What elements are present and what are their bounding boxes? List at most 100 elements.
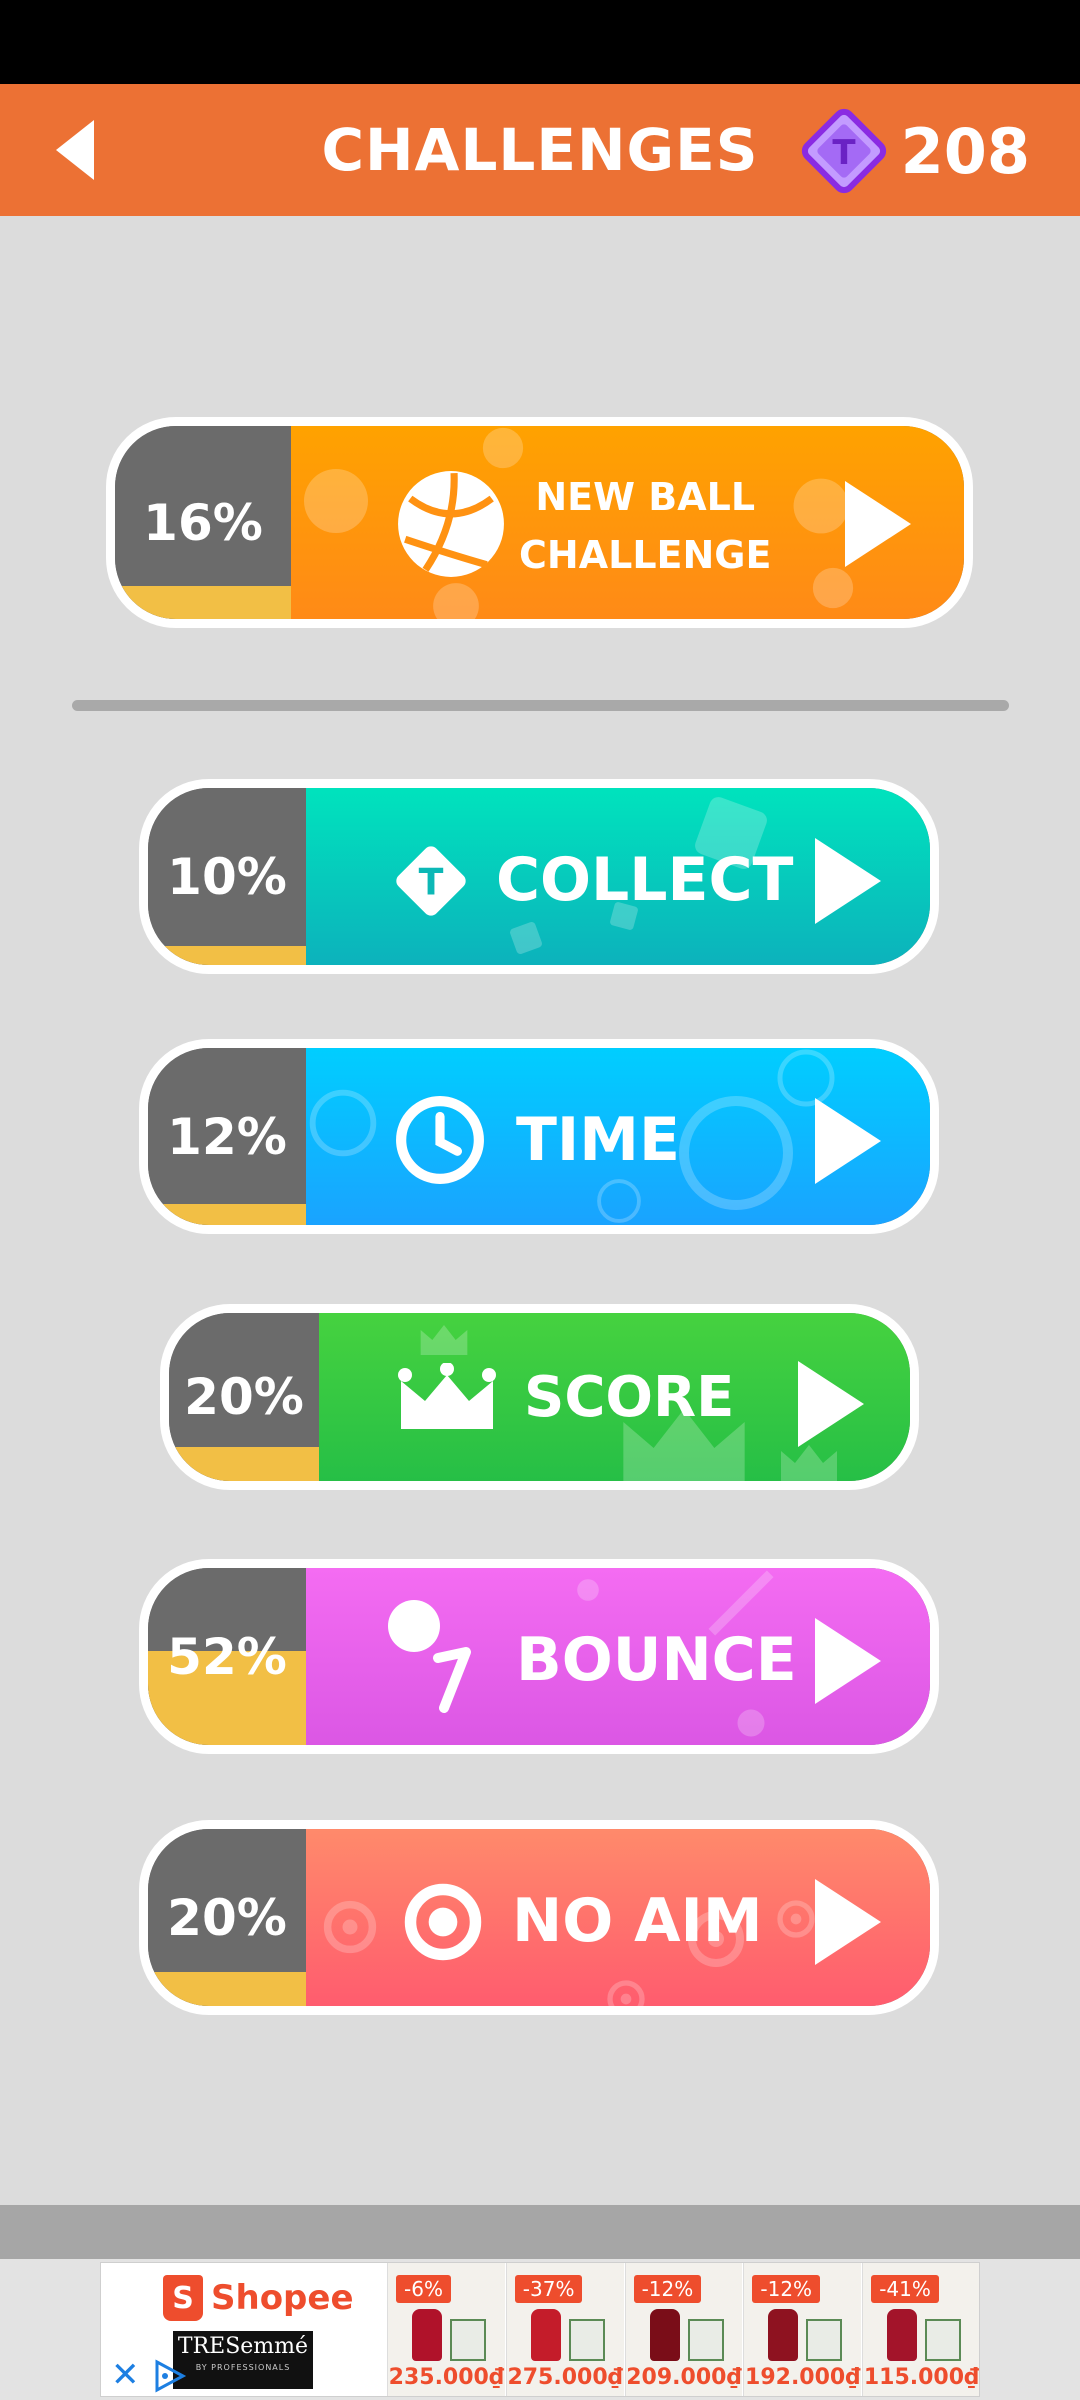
challenge-label-line1: NEW BALL (535, 475, 756, 519)
banner-ad[interactable]: S Shopee TRESemmé BY PROFESSIONALS ✕ -6%… (100, 2262, 980, 2397)
play-icon (815, 1618, 881, 1704)
clock-icon (597, 1179, 641, 1223)
challenge-label: BOUNCE (516, 1625, 797, 1695)
gem-symbol: T (832, 133, 856, 173)
progress-panel: 20% (148, 1829, 306, 2006)
shopee-logo: S Shopee (163, 2275, 354, 2321)
product-price: 192.000₫ (745, 2365, 861, 2390)
header-bar: CHALLENGES T 208 (0, 84, 1080, 216)
play-icon (815, 1098, 881, 1184)
product-price: 275.000₫ (507, 2365, 623, 2390)
progress-panel: 52% (148, 1568, 306, 1745)
product-box-image (450, 2319, 486, 2361)
play-icon (815, 1879, 881, 1965)
bounce-icon (388, 1600, 471, 1713)
gem-icon (510, 922, 542, 954)
tresemme-text: TRESemmé (177, 2334, 309, 2359)
play-icon (845, 481, 911, 567)
target-icon (404, 1883, 482, 1961)
challenge-label-line2: CHALLENGE (519, 533, 772, 577)
product-bottle-image (412, 2309, 442, 2361)
ad-brand-panel[interactable]: S Shopee TRESemmé BY PROFESSIONALS ✕ (101, 2263, 387, 2396)
product-box-image (568, 2319, 605, 2361)
divider (72, 700, 1009, 711)
crown-icon (398, 1363, 496, 1429)
discount-badge: -6% (396, 2275, 451, 2303)
discount-badge: -12% (633, 2275, 702, 2303)
svg-text:T: T (419, 860, 444, 903)
discount-badge: -37% (514, 2275, 583, 2303)
progress-label: 20% (184, 1368, 304, 1426)
time-challenge-button[interactable]: 12% TIME (139, 1039, 939, 1234)
basketball-icon (304, 469, 368, 533)
basketball-icon (812, 567, 854, 609)
challenge-face: SCORE (319, 1313, 910, 1481)
challenge-face: NO AIM (306, 1829, 930, 2006)
shopee-brand-text: Shopee (211, 2278, 354, 2318)
challenge-face: NEW BALL CHALLENGE (291, 426, 964, 619)
clock-icon (396, 1096, 484, 1184)
product-box-image (925, 2319, 962, 2361)
ad-product-list: -6% 235.000₫ -37% 275.000₫ -12% 209.000₫… (387, 2263, 979, 2396)
gem-counter: T 208 (801, 106, 1030, 196)
clock-icon (309, 1089, 377, 1157)
gem-icon: T (801, 108, 886, 194)
tresemme-tagline: BY PROFESSIONALS (195, 2363, 291, 2372)
progress-panel: 16% (115, 426, 291, 619)
new-ball-challenge-button[interactable]: 16% NEW BALL CHALLENGE (106, 417, 973, 628)
ad-product[interactable]: -12% 209.000₫ (624, 2263, 743, 2396)
basketball-icon (398, 471, 504, 577)
clock-icon (679, 1096, 793, 1210)
score-challenge-button[interactable]: 20% SCORE (160, 1304, 919, 1490)
product-bottle-image (649, 2309, 680, 2361)
back-arrow-icon (56, 120, 94, 180)
shopee-bag-icon: S (163, 2275, 203, 2321)
challenge-face: TIME (306, 1048, 930, 1225)
target-icon (607, 1980, 645, 2006)
target-icon (777, 1900, 815, 1938)
challenge-label: TIME (516, 1105, 680, 1175)
product-price: 209.000₫ (626, 2365, 742, 2390)
play-icon (815, 838, 881, 924)
no-aim-challenge-button[interactable]: 20% NO AIM (139, 1820, 939, 2015)
gem-count: 208 (900, 114, 1030, 188)
progress-label: 12% (167, 1107, 287, 1166)
challenge-label: NO AIM (512, 1886, 763, 1956)
product-price: 235.000₫ (388, 2365, 505, 2390)
product-box-image (687, 2319, 724, 2361)
progress-label: 52% (167, 1627, 287, 1686)
product-bottle-image (887, 2309, 918, 2361)
challenge-label: NEW BALL CHALLENGE (519, 468, 771, 584)
progress-label: 16% (143, 493, 263, 552)
progress-label: 20% (167, 1888, 287, 1947)
dot-icon (577, 1579, 599, 1601)
challenge-label: SCORE (524, 1365, 735, 1430)
ad-product[interactable]: -12% 192.000₫ (743, 2263, 862, 2396)
challenge-face: BOUNCE (306, 1568, 930, 1745)
tresemme-logo: TRESemmé BY PROFESSIONALS (173, 2331, 313, 2389)
target-icon (323, 1900, 377, 1954)
progress-panel: 12% (148, 1048, 306, 1225)
gem-icon: T (396, 846, 466, 916)
bounce-challenge-button[interactable]: 52% BOUNCE (139, 1559, 939, 1754)
ad-product[interactable]: -37% 275.000₫ (505, 2263, 624, 2396)
challenge-face: T COLLECT (306, 788, 930, 965)
play-icon (798, 1361, 864, 1447)
bottom-strip (0, 2205, 1080, 2259)
ad-product[interactable]: -6% 235.000₫ (387, 2263, 505, 2396)
discount-badge: -41% (871, 2275, 939, 2303)
back-button[interactable] (50, 114, 110, 186)
basketball-icon (433, 583, 479, 619)
adchoices-icon[interactable] (153, 2359, 187, 2393)
progress-panel: 10% (148, 788, 306, 965)
product-bottle-image (768, 2309, 799, 2361)
status-bar (0, 0, 1080, 84)
collect-challenge-button[interactable]: 10% T COLLECT (139, 779, 939, 974)
crown-icon (420, 1325, 468, 1355)
ad-close-icon[interactable]: ✕ (111, 2355, 140, 2395)
basketball-icon (482, 427, 524, 469)
ad-product[interactable]: -41% 115.000₫ (862, 2263, 979, 2396)
progress-label: 10% (167, 847, 287, 906)
product-bottle-image (530, 2309, 561, 2361)
discount-badge: -12% (752, 2275, 821, 2303)
